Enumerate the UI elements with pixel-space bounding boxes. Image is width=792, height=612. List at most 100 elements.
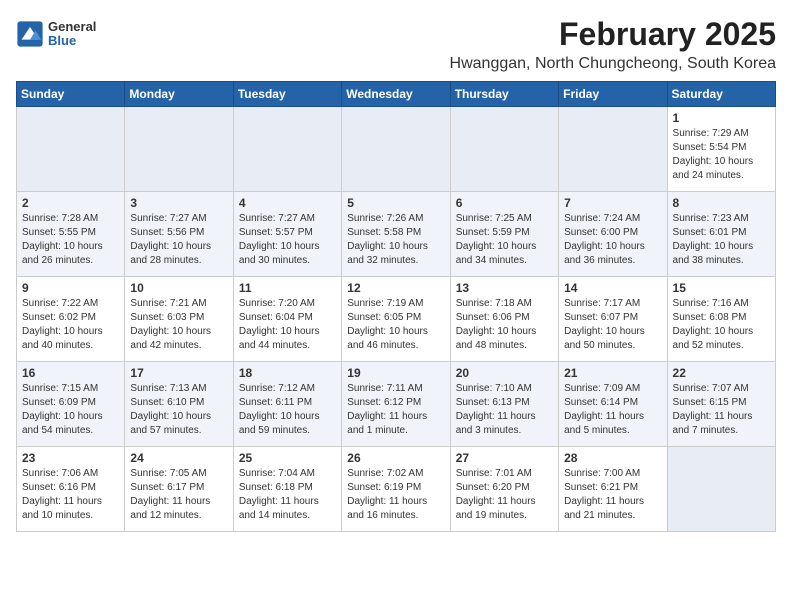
day-info: Sunrise: 7:28 AM Sunset: 5:55 PM Dayligh… xyxy=(22,212,119,268)
day-info: Sunrise: 7:22 AM Sunset: 6:02 PM Dayligh… xyxy=(22,297,119,353)
day-number: 13 xyxy=(456,281,553,295)
day-cell: 7 Sunrise: 7:24 AM Sunset: 6:00 PM Daylig… xyxy=(559,192,667,277)
day-number: 25 xyxy=(239,451,336,465)
header-cell-sunday: Sunday xyxy=(17,82,125,107)
day-cell: 21 Sunrise: 7:09 AM Sunset: 6:14 PM Dayli… xyxy=(559,362,667,447)
day-info: Sunrise: 7:05 AM Sunset: 6:17 PM Dayligh… xyxy=(130,467,227,523)
header-row: SundayMondayTuesdayWednesdayThursdayFrid… xyxy=(17,82,776,107)
day-cell: 20Sunrise: 7:10 AM Sunset: 6:13 PM Dayli… xyxy=(450,362,558,447)
day-cell: 9 Sunrise: 7:22 AM Sunset: 6:02 PM Daylig… xyxy=(17,277,125,362)
day-info: Sunrise: 7:15 AM Sunset: 6:09 PM Dayligh… xyxy=(22,382,119,438)
day-info: Sunrise: 7:09 AM Sunset: 6:14 PM Dayligh… xyxy=(564,382,661,438)
day-cell: 10 Sunrise: 7:21 AM Sunset: 6:03 PM Dayli… xyxy=(125,277,233,362)
logo-general: General xyxy=(48,20,96,34)
day-info: Sunrise: 7:20 AM Sunset: 6:04 PM Dayligh… xyxy=(239,297,336,353)
day-cell xyxy=(667,447,775,532)
day-number: 6 xyxy=(456,196,553,210)
day-number: 23 xyxy=(22,451,119,465)
day-number: 21 xyxy=(564,366,661,380)
day-info: Sunrise: 7:24 AM Sunset: 6:00 PM Dayligh… xyxy=(564,212,661,268)
day-cell: 12 Sunrise: 7:19 AM Sunset: 6:05 PM Dayli… xyxy=(342,277,450,362)
day-info: Sunrise: 7:17 AM Sunset: 6:07 PM Dayligh… xyxy=(564,297,661,353)
day-info: Sunrise: 7:27 AM Sunset: 5:57 PM Dayligh… xyxy=(239,212,336,268)
calendar-body: 1Sunrise: 7:29 AM Sunset: 5:54 PM Daylig… xyxy=(17,107,776,532)
day-cell: 23Sunrise: 7:06 AM Sunset: 6:16 PM Dayli… xyxy=(17,447,125,532)
day-number: 22 xyxy=(673,366,770,380)
day-cell: 16 Sunrise: 7:15 AM Sunset: 6:09 PM Dayli… xyxy=(17,362,125,447)
day-cell: 17Sunrise: 7:13 AM Sunset: 6:10 PM Dayli… xyxy=(125,362,233,447)
day-number: 18 xyxy=(239,366,336,380)
day-cell: 28 Sunrise: 7:00 AM Sunset: 6:21 PM Dayli… xyxy=(559,447,667,532)
day-cell: 11Sunrise: 7:20 AM Sunset: 6:04 PM Dayli… xyxy=(233,277,341,362)
day-info: Sunrise: 7:16 AM Sunset: 6:08 PM Dayligh… xyxy=(673,297,770,353)
day-info: Sunrise: 7:21 AM Sunset: 6:03 PM Dayligh… xyxy=(130,297,227,353)
day-number: 7 xyxy=(564,196,661,210)
header-cell-wednesday: Wednesday xyxy=(342,82,450,107)
day-cell: 26 Sunrise: 7:02 AM Sunset: 6:19 PM Dayli… xyxy=(342,447,450,532)
header-cell-saturday: Saturday xyxy=(667,82,775,107)
day-cell xyxy=(450,107,558,192)
day-cell: 13 Sunrise: 7:18 AM Sunset: 6:06 PM Dayli… xyxy=(450,277,558,362)
title-block: February 2025 Hwanggan, North Chungcheon… xyxy=(450,16,776,73)
day-cell: 27 Sunrise: 7:01 AM Sunset: 6:20 PM Dayli… xyxy=(450,447,558,532)
day-cell: 22 Sunrise: 7:07 AM Sunset: 6:15 PM Dayli… xyxy=(667,362,775,447)
day-info: Sunrise: 7:29 AM Sunset: 5:54 PM Dayligh… xyxy=(673,127,770,183)
day-number: 12 xyxy=(347,281,444,295)
day-info: Sunrise: 7:01 AM Sunset: 6:20 PM Dayligh… xyxy=(456,467,553,523)
week-row-4: 16 Sunrise: 7:15 AM Sunset: 6:09 PM Dayli… xyxy=(17,362,776,447)
day-cell: 24 Sunrise: 7:05 AM Sunset: 6:17 PM Dayli… xyxy=(125,447,233,532)
day-number: 5 xyxy=(347,196,444,210)
header: General Blue February 2025 Hwanggan, Nor… xyxy=(16,16,776,73)
day-info: Sunrise: 7:23 AM Sunset: 6:01 PM Dayligh… xyxy=(673,212,770,268)
day-cell: 1Sunrise: 7:29 AM Sunset: 5:54 PM Daylig… xyxy=(667,107,775,192)
day-info: Sunrise: 7:26 AM Sunset: 5:58 PM Dayligh… xyxy=(347,212,444,268)
day-number: 24 xyxy=(130,451,227,465)
logo-icon xyxy=(16,20,44,48)
week-row-3: 9 Sunrise: 7:22 AM Sunset: 6:02 PM Daylig… xyxy=(17,277,776,362)
day-number: 14 xyxy=(564,281,661,295)
day-number: 15 xyxy=(673,281,770,295)
calendar-table: SundayMondayTuesdayWednesdayThursdayFrid… xyxy=(16,81,776,532)
day-number: 10 xyxy=(130,281,227,295)
day-cell xyxy=(125,107,233,192)
day-number: 16 xyxy=(22,366,119,380)
day-cell: 5 Sunrise: 7:26 AM Sunset: 5:58 PM Daylig… xyxy=(342,192,450,277)
day-info: Sunrise: 7:04 AM Sunset: 6:18 PM Dayligh… xyxy=(239,467,336,523)
day-info: Sunrise: 7:27 AM Sunset: 5:56 PM Dayligh… xyxy=(130,212,227,268)
day-cell xyxy=(559,107,667,192)
day-cell: 2 Sunrise: 7:28 AM Sunset: 5:55 PM Daylig… xyxy=(17,192,125,277)
day-cell xyxy=(17,107,125,192)
day-info: Sunrise: 7:18 AM Sunset: 6:06 PM Dayligh… xyxy=(456,297,553,353)
day-number: 27 xyxy=(456,451,553,465)
day-cell xyxy=(233,107,341,192)
day-cell: 8 Sunrise: 7:23 AM Sunset: 6:01 PM Daylig… xyxy=(667,192,775,277)
day-number: 2 xyxy=(22,196,119,210)
header-cell-thursday: Thursday xyxy=(450,82,558,107)
logo: General Blue xyxy=(16,20,96,49)
calendar-header: SundayMondayTuesdayWednesdayThursdayFrid… xyxy=(17,82,776,107)
day-number: 17 xyxy=(130,366,227,380)
calendar-subtitle: Hwanggan, North Chungcheong, South Korea xyxy=(450,55,776,73)
day-cell: 15 Sunrise: 7:16 AM Sunset: 6:08 PM Dayli… xyxy=(667,277,775,362)
day-number: 9 xyxy=(22,281,119,295)
day-info: Sunrise: 7:00 AM Sunset: 6:21 PM Dayligh… xyxy=(564,467,661,523)
header-cell-tuesday: Tuesday xyxy=(233,82,341,107)
day-number: 4 xyxy=(239,196,336,210)
day-number: 3 xyxy=(130,196,227,210)
day-info: Sunrise: 7:07 AM Sunset: 6:15 PM Dayligh… xyxy=(673,382,770,438)
day-number: 19 xyxy=(347,366,444,380)
day-cell: 18 Sunrise: 7:12 AM Sunset: 6:11 PM Dayli… xyxy=(233,362,341,447)
day-cell xyxy=(342,107,450,192)
day-info: Sunrise: 7:12 AM Sunset: 6:11 PM Dayligh… xyxy=(239,382,336,438)
day-number: 26 xyxy=(347,451,444,465)
day-number: 28 xyxy=(564,451,661,465)
day-cell: 19Sunrise: 7:11 AM Sunset: 6:12 PM Dayli… xyxy=(342,362,450,447)
day-info: Sunrise: 7:19 AM Sunset: 6:05 PM Dayligh… xyxy=(347,297,444,353)
day-info: Sunrise: 7:10 AM Sunset: 6:13 PM Dayligh… xyxy=(456,382,553,438)
day-info: Sunrise: 7:02 AM Sunset: 6:19 PM Dayligh… xyxy=(347,467,444,523)
day-cell: 4 Sunrise: 7:27 AM Sunset: 5:57 PM Daylig… xyxy=(233,192,341,277)
week-row-2: 2 Sunrise: 7:28 AM Sunset: 5:55 PM Daylig… xyxy=(17,192,776,277)
day-number: 8 xyxy=(673,196,770,210)
header-cell-friday: Friday xyxy=(559,82,667,107)
calendar-title: February 2025 xyxy=(450,16,776,53)
